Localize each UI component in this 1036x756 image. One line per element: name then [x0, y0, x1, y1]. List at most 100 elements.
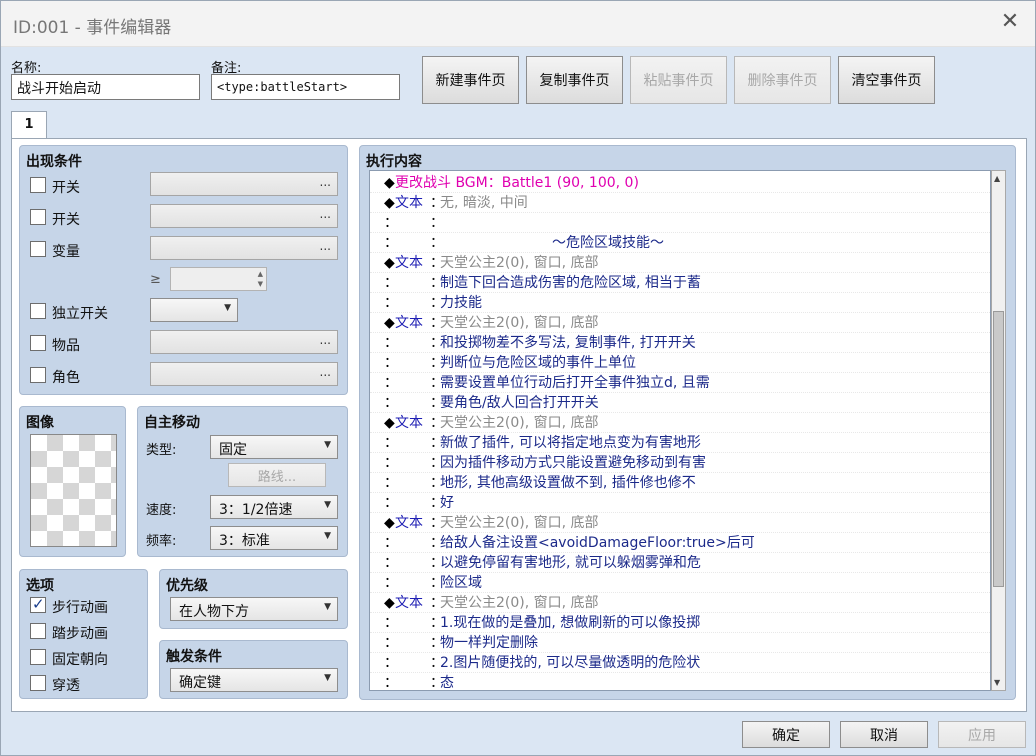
self-switch-checkbox[interactable] [30, 303, 46, 319]
item-picker[interactable]: ... [150, 330, 338, 354]
apply-button[interactable]: 应用 [938, 721, 1026, 748]
switch1-picker[interactable]: ... [150, 172, 338, 196]
priority-value: 在人物下方 [179, 604, 249, 620]
ellipsis-icon: ... [319, 333, 331, 347]
command-row[interactable]: ：：力技能 [370, 293, 990, 313]
command-row[interactable]: ◆ 文本：天堂公主2(0), 窗口, 底部 [370, 253, 990, 273]
scroll-down-icon[interactable]: ▼ [994, 678, 1000, 687]
command-separator: ： [430, 215, 444, 231]
command-continuation-mark: ： [384, 335, 398, 351]
command-diamond-icon: ◆ [384, 255, 395, 271]
command-row[interactable]: ◆ 文本：天堂公主2(0), 窗口, 底部 [370, 413, 990, 433]
command-row[interactable]: ：：判断位与危险区域的事件上单位 [370, 353, 990, 373]
options-group: 选项 步行动画 踏步动画 固定朝向 穿透 [19, 569, 148, 699]
close-icon[interactable]: ✕ [999, 11, 1021, 33]
conditions-group: 出现条件 开关 ... 开关 ... 变量 ... ≥ ▲ ▼ 独立开关 ▼ 物… [19, 145, 348, 395]
command-list[interactable]: ◆ 更改战斗 BGM：Battle1 (90, 100, 0) ◆ 文本：无, 暗淡,… [369, 170, 991, 691]
command-name: 文本 [395, 415, 423, 431]
variable-picker[interactable]: ... [150, 236, 338, 260]
tab-page-1[interactable]: 1 [11, 111, 47, 139]
command-row[interactable]: ◆ 更改战斗 BGM：Battle1 (90, 100, 0) [370, 173, 990, 193]
variable-value-spinner[interactable]: ▲ ▼ [170, 267, 267, 291]
command-text: 2.图片随便找的, 可以尽量做透明的危险状 [440, 655, 701, 671]
command-row[interactable]: ：：好 [370, 493, 990, 513]
direction-fix-checkbox[interactable] [30, 649, 46, 665]
self-switch-select[interactable]: ▼ [150, 298, 238, 322]
command-row[interactable]: ：：需要设置单位行动后打开全事件独立d, 且需 [370, 373, 990, 393]
move-type-select[interactable]: 固定 ▼ [210, 435, 338, 459]
command-diamond-icon: ◆ [384, 515, 395, 531]
switch1-label: 开关 [52, 180, 80, 196]
command-row[interactable]: ：：和投掷物差不多写法, 复制事件, 打开开关 [370, 333, 990, 353]
priority-group: 优先级 在人物下方 ▼ [159, 569, 348, 629]
clear-page-button[interactable]: 清空事件页 [838, 56, 935, 104]
command-text: 天堂公主2(0), 窗口, 底部 [440, 315, 599, 331]
new-page-button[interactable]: 新建事件页 [422, 56, 519, 104]
command-row[interactable]: ：： [370, 213, 990, 233]
window-title: ID:001 - 事件编辑器 [13, 18, 172, 38]
frequency-select[interactable]: 3：标准 ▼ [210, 526, 338, 550]
move-type-value: 固定 [219, 442, 247, 458]
item-checkbox[interactable] [30, 335, 46, 351]
switch2-checkbox[interactable] [30, 209, 46, 225]
switch1-checkbox[interactable] [30, 177, 46, 193]
command-text: 1.现在做的是叠加, 想做刷新的可以像投掷 [440, 615, 701, 631]
command-continuation-mark: ： [384, 235, 398, 251]
ok-button[interactable]: 确定 [742, 721, 830, 748]
command-row[interactable]: ：：要角色/敌人回合打开开关 [370, 393, 990, 413]
walking-anim-checkbox[interactable] [30, 595, 46, 613]
route-button[interactable]: 路线... [228, 463, 326, 487]
command-row[interactable]: ：： ～危险区域技能～ [370, 233, 990, 253]
options-title: 选项 [26, 578, 54, 594]
command-row[interactable]: ◆ 文本：天堂公主2(0), 窗口, 底部 [370, 593, 990, 613]
variable-checkbox[interactable] [30, 241, 46, 257]
command-row[interactable]: ◆ 文本：无, 暗淡, 中间 [370, 193, 990, 213]
command-row[interactable]: ：：制造下回合造成伤害的危险区域, 相当于蓄 [370, 273, 990, 293]
command-row[interactable]: ：： 1.现在做的是叠加, 想做刷新的可以像投掷 [370, 613, 990, 633]
command-row[interactable]: ◆ 文本：天堂公主2(0), 窗口, 底部 [370, 313, 990, 333]
spin-up-icon[interactable]: ▲ [258, 270, 263, 278]
scroll-up-icon[interactable]: ▲ [994, 174, 1000, 183]
scroll-thumb[interactable] [993, 311, 1004, 587]
command-row[interactable]: ◆ 文本：天堂公主2(0), 窗口, 底部 [370, 513, 990, 533]
command-continuation-mark: ： [384, 495, 398, 511]
through-checkbox[interactable] [30, 675, 46, 691]
chevron-down-icon: ▼ [324, 673, 331, 683]
command-text: 判断位与危险区域的事件上单位 [440, 355, 636, 371]
autonomous-movement-group: 自主移动 类型: 固定 ▼ 路线... 速度: 3：1/2倍速 ▼ 频率: 3：标准… [137, 406, 348, 557]
copy-page-button[interactable]: 复制事件页 [526, 56, 623, 104]
contents-title: 执行内容 [366, 154, 422, 170]
actor-picker[interactable]: ... [150, 362, 338, 386]
stepping-anim-checkbox[interactable] [30, 623, 46, 639]
note-field[interactable]: <type:battleStart> [211, 74, 400, 100]
cancel-button[interactable]: 取消 [840, 721, 928, 748]
trigger-select[interactable]: 确定键 ▼ [170, 668, 338, 692]
command-row[interactable]: ：：态 [370, 673, 990, 690]
priority-select[interactable]: 在人物下方 ▼ [170, 597, 338, 621]
image-group: 图像 [19, 406, 126, 557]
chevron-down-icon: ▼ [324, 531, 331, 541]
spin-down-icon[interactable]: ▼ [258, 280, 263, 288]
command-row[interactable]: ：：给敌人备注设置<avoidDamageFloor:true>后可 [370, 533, 990, 553]
ellipsis-icon: ... [319, 365, 331, 379]
chevron-down-icon: ▼ [324, 440, 331, 450]
command-row[interactable]: ：： 2.图片随便找的, 可以尽量做透明的危险状 [370, 653, 990, 673]
actor-checkbox[interactable] [30, 367, 46, 383]
image-preview[interactable] [30, 434, 117, 547]
image-title: 图像 [26, 415, 54, 431]
command-row[interactable]: ：：以避免停留有害地形, 就可以躲烟雾弹和危 [370, 553, 990, 573]
command-row[interactable]: ：：新做了插件, 可以将指定地点变为有害地形 [370, 433, 990, 453]
command-row[interactable]: ：：险区域 [370, 573, 990, 593]
command-list-scrollbar[interactable]: ▲ ▼ [991, 170, 1006, 691]
delete-page-button[interactable]: 删除事件页 [734, 56, 831, 104]
command-text: 制造下回合造成伤害的危险区域, 相当于蓄 [440, 275, 701, 291]
command-continuation-mark: ： [384, 275, 398, 291]
command-row[interactable]: ：：物一样判定删除 [370, 633, 990, 653]
paste-page-button[interactable]: 粘贴事件页 [630, 56, 727, 104]
switch2-picker[interactable]: ... [150, 204, 338, 228]
name-field[interactable]: 战斗开始启动 [11, 74, 200, 100]
command-row[interactable]: ：：因为插件移动方式只能设置避免移动到有害 [370, 453, 990, 473]
speed-select[interactable]: 3：1/2倍速 ▼ [210, 495, 338, 519]
command-row[interactable]: ：：地形, 其他高级设置做不到, 插件修也修不 [370, 473, 990, 493]
command-name: 文本 [395, 195, 423, 211]
